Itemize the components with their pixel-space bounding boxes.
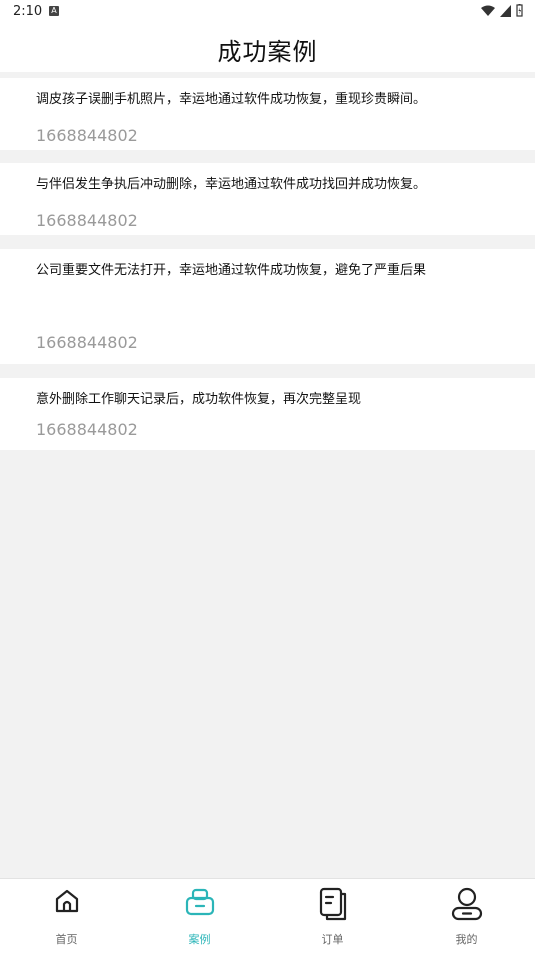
- case-card[interactable]: 意外删除工作聊天记录后，成功软件恢复，再次完整呈现 1668844802: [0, 378, 535, 450]
- status-icons: [481, 4, 523, 17]
- page-title: 成功案例: [217, 38, 318, 66]
- status-bar: 2:10 A: [0, 0, 535, 24]
- profile-icon: [451, 887, 482, 921]
- case-card[interactable]: 与伴侣发生争执后冲动删除，幸运地通过软件成功找回并成功恢复。 166884480…: [0, 163, 535, 235]
- case-phone: 1668844802: [36, 420, 138, 439]
- tab-cases-label: 案例: [188, 933, 211, 946]
- case-phone: 1668844802: [36, 211, 138, 230]
- notification-icon: A: [49, 6, 59, 16]
- case-phone: 1668844802: [36, 333, 138, 352]
- case-phone: 1668844802: [36, 126, 138, 145]
- home-icon: [55, 889, 78, 913]
- case-card[interactable]: 调皮孩子误删手机照片，幸运地通过软件成功恢复，重现珍贵瞬间。 166884480…: [0, 78, 535, 150]
- order-icon: [319, 887, 346, 921]
- case-description: 调皮孩子误删手机照片，幸运地通过软件成功恢复，重现珍贵瞬间。: [36, 92, 427, 107]
- tab-home[interactable]: 首页: [0, 879, 133, 953]
- battery-icon: [516, 4, 523, 17]
- tab-cases[interactable]: 案例: [133, 879, 266, 953]
- case-icon: [185, 888, 214, 916]
- tab-home-label: 首页: [55, 933, 78, 946]
- signal-icon: [500, 4, 511, 17]
- wifi-icon: [481, 5, 495, 16]
- case-description: 意外删除工作聊天记录后，成功软件恢复，再次完整呈现: [36, 392, 362, 407]
- page-header: 成功案例: [0, 24, 535, 72]
- tab-orders-label: 订单: [321, 933, 344, 946]
- case-description: 公司重要文件无法打开，幸运地通过软件成功恢复，避免了严重后果: [36, 263, 427, 278]
- status-time: 2:10: [13, 4, 43, 19]
- case-description: 与伴侣发生争执后冲动删除，幸运地通过软件成功找回并成功恢复。: [36, 177, 427, 192]
- case-card[interactable]: 公司重要文件无法打开，幸运地通过软件成功恢复，避免了严重后果 166884480…: [0, 249, 535, 364]
- tab-orders[interactable]: 订单: [266, 879, 399, 953]
- bottom-tab-bar: 首页 案例 订单 我的: [0, 878, 535, 953]
- tab-profile-label: 我的: [455, 933, 478, 946]
- tab-profile[interactable]: 我的: [400, 879, 533, 953]
